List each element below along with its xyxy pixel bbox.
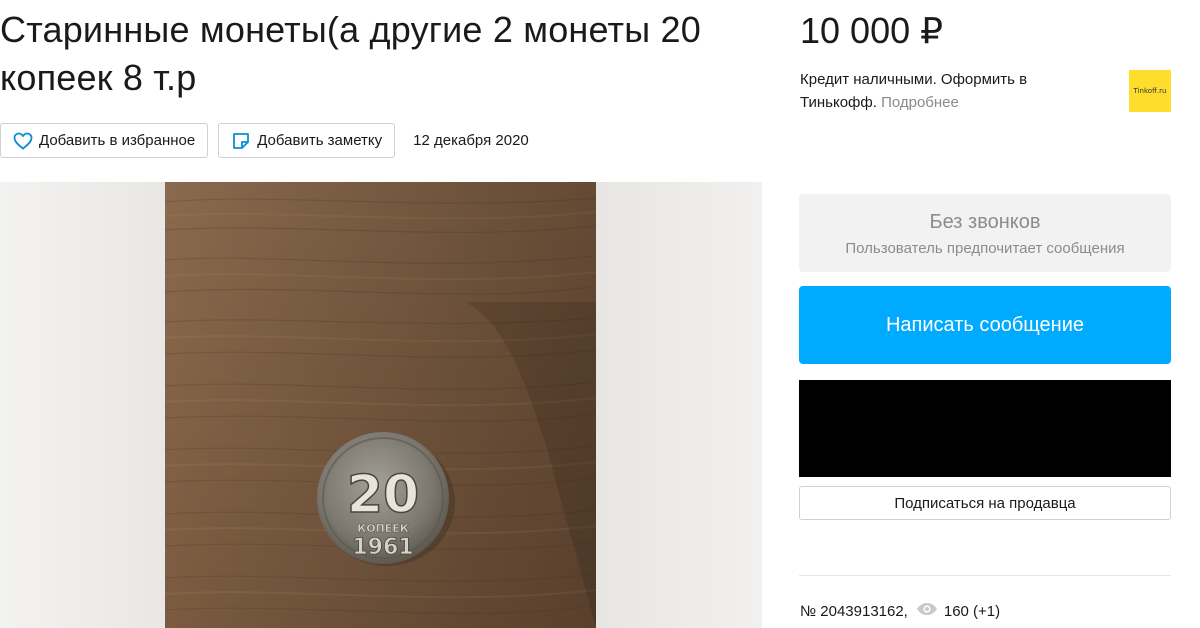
listing-title: Старинные монеты(а другие 2 монеты 20 ко… — [0, 9, 701, 98]
write-message-button[interactable]: Написать сообщение — [799, 286, 1171, 364]
heart-icon — [13, 132, 33, 150]
no-calls-subtitle: Пользователь предпочитает сообщения — [845, 240, 1125, 257]
subscribe-label: Подписаться на продавца — [894, 494, 1076, 512]
no-calls-title: Без звонков — [929, 211, 1041, 233]
no-calls-notice: Без звонков Пользователь предпочитает со… — [799, 194, 1171, 272]
credit-more-link[interactable]: Подробнее — [881, 94, 959, 111]
views-count: 160 (+1) — [943, 602, 1001, 620]
divider — [799, 575, 1171, 576]
subscribe-seller-button[interactable]: Подписаться на продавца — [799, 486, 1171, 520]
listing-photo-gallery[interactable]: 20 КОПЕЕК 1961 — [0, 182, 762, 628]
listing-number: № 2043913162, — [800, 602, 908, 620]
eye-icon — [916, 602, 938, 620]
coin-value: 20 — [347, 465, 419, 525]
listing-date: 12 декабря 2020 — [413, 132, 529, 149]
write-message-label: Написать сообщение — [885, 313, 1084, 336]
note-icon — [231, 131, 251, 151]
listing-price: 10 000 ₽ — [800, 10, 944, 51]
listing-actions: Добавить в избранное Добавить заметку 12… — [0, 123, 529, 158]
credit-offer: Кредит наличными. Оформить в Тинькофф. П… — [800, 68, 1100, 114]
coin-year: 1961 — [352, 535, 413, 560]
coin-word: КОПЕЕК — [357, 522, 409, 535]
add-favorite-button[interactable]: Добавить в избранное — [0, 123, 209, 158]
add-note-label: Добавить заметку — [257, 132, 383, 149]
tinkoff-logo[interactable]: Tinkoff.ru — [1129, 70, 1171, 112]
listing-page: Старинные монеты(а другие 2 монеты 20 ко… — [0, 0, 1200, 628]
add-note-button[interactable]: Добавить заметку — [218, 123, 396, 158]
add-favorite-label: Добавить в избранное — [39, 132, 196, 149]
tinkoff-logo-text: Tinkoff.ru — [1133, 87, 1167, 95]
photo-blur-right — [596, 182, 762, 628]
photo-blur-left — [0, 182, 165, 628]
listing-meta: № 2043913162, 160 (+1) — [800, 602, 1000, 620]
listing-photo[interactable]: 20 КОПЕЕК 1961 — [165, 182, 596, 628]
views-counter: 160 (+1) — [916, 602, 1000, 620]
redacted-block — [799, 380, 1171, 477]
